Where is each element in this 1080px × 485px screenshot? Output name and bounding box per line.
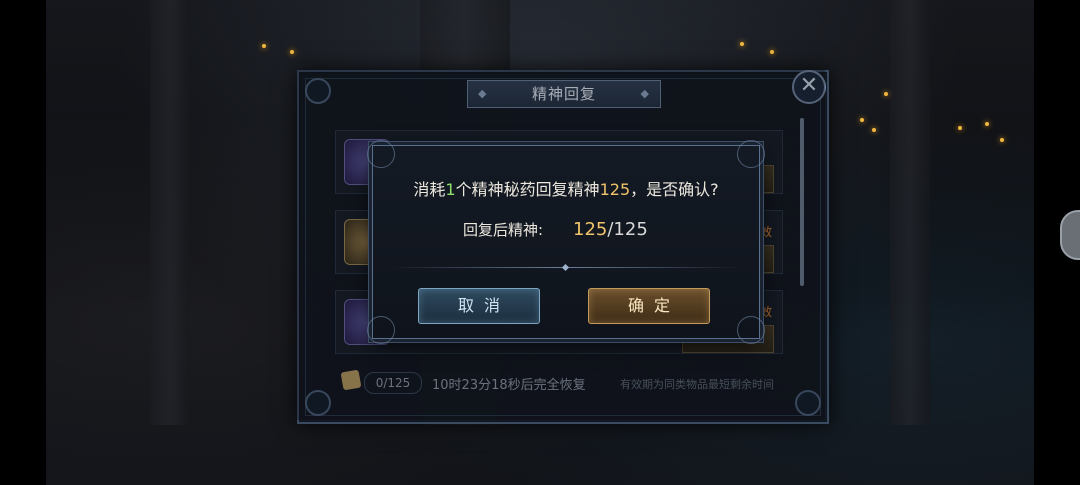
restore-label: 回复后精神: <box>463 221 544 239</box>
corner-ornament <box>737 140 765 168</box>
confirm-dialog: 消耗1个精神秘药回复精神125，是否确认? 回复后精神: 125/125 取消 确… <box>367 140 765 344</box>
restore-current: 125 <box>573 219 608 240</box>
restore-preview: 回复后精神: 125/125 <box>463 219 648 240</box>
potion-quantity: 1 <box>445 180 456 199</box>
corner-ornament <box>737 316 765 344</box>
restore-amount: 125 <box>599 180 631 199</box>
restore-max: /125 <box>607 219 648 240</box>
divider <box>389 267 741 268</box>
confirm-button[interactable]: 确定 <box>588 288 710 324</box>
screen-edge-left <box>0 0 46 485</box>
side-menu-button[interactable] <box>1060 210 1080 260</box>
corner-ornament <box>367 140 395 168</box>
corner-ornament <box>367 316 395 344</box>
cancel-button[interactable]: 取消 <box>418 288 540 324</box>
confirm-message: 消耗1个精神秘药回复精神125，是否确认? <box>413 180 719 199</box>
